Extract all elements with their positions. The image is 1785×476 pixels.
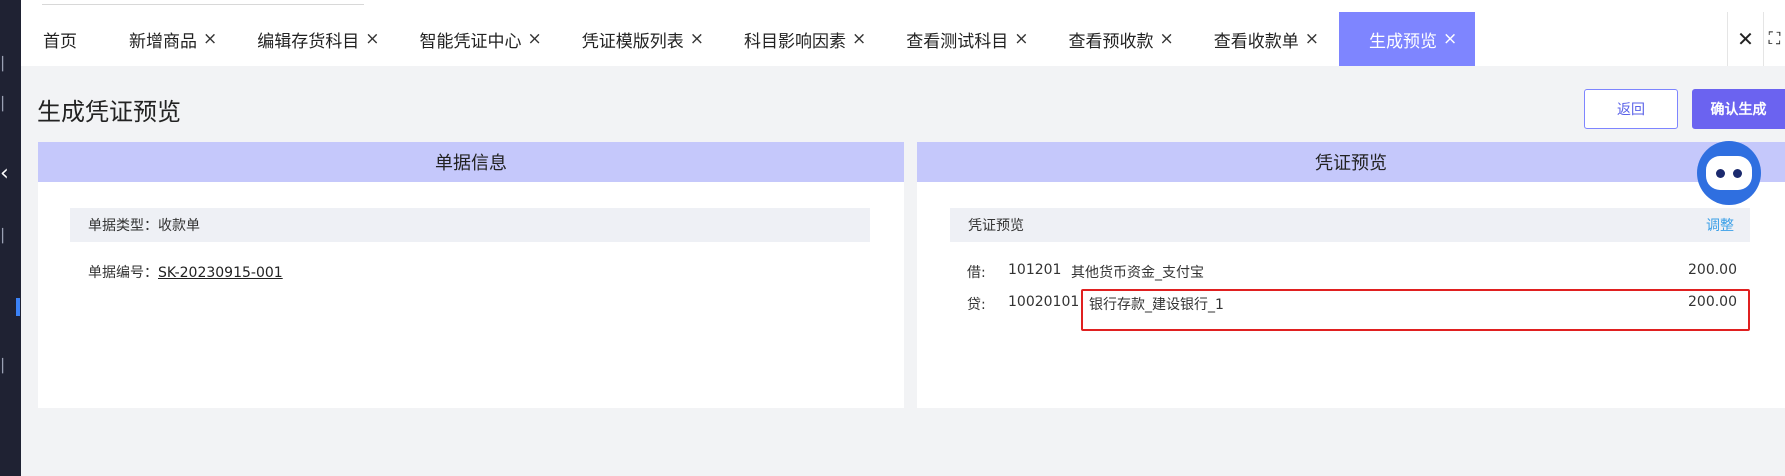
entry-account-name: 其他货币资金_支付宝: [1071, 265, 1204, 281]
tab-edit-inventory-account[interactable]: 编辑存货科目 ×: [237, 12, 399, 66]
voucher-entry-row: 借: 101201 其他货币资金_支付宝 200.00: [967, 262, 1737, 282]
entry-account-code: 101201: [1008, 262, 1062, 278]
robot-assistant-icon[interactable]: [1697, 141, 1761, 205]
tab-home[interactable]: 首页: [21, 12, 109, 66]
sidebar-glyph: ▏: [2, 229, 12, 244]
voucher-preview-panel: 凭证预览 凭证预览 调整 借: 101201 其他货币资金_支付宝 200.00…: [917, 142, 1785, 408]
document-info-panel: 单据信息 单据类型：收款单 单据编号：SK-20230915-001: [38, 142, 904, 408]
tab-bar-spacer: [1475, 12, 1727, 66]
voucher-bar-title: 凭证预览: [968, 218, 1024, 234]
sidebar-active-indicator: [16, 298, 20, 316]
tab-voucher-template-list[interactable]: 凭证模版列表 ×: [562, 12, 724, 66]
tab-generate-preview[interactable]: 生成预览 ×: [1339, 12, 1476, 66]
tab-label: 查看收款单: [1213, 31, 1299, 52]
close-all-tabs-icon[interactable]: ✕: [1727, 12, 1763, 66]
sidebar-glyph: ▏: [2, 97, 12, 112]
document-number-link[interactable]: SK-20230915-001: [158, 265, 283, 281]
back-button[interactable]: 返回: [1584, 89, 1678, 129]
tab-label: 科目影响因素: [744, 31, 846, 52]
tab-label: 查看预收款: [1068, 31, 1154, 52]
tab-label: 新增商品: [129, 31, 197, 52]
tab-close-icon[interactable]: ×: [852, 29, 866, 49]
tab-close-icon[interactable]: ×: [1014, 29, 1028, 49]
highlight-box: [1081, 289, 1750, 331]
adjust-link[interactable]: 调整: [1706, 215, 1734, 235]
tab-label: 查看测试科目: [906, 31, 1009, 52]
document-number-line: 单据编号：SK-20230915-001: [88, 262, 283, 282]
entry-amount: 200.00: [1688, 262, 1737, 278]
tab-view-test-account[interactable]: 查看测试科目 ×: [886, 12, 1048, 66]
entry-direction: 借:: [967, 265, 986, 281]
voucher-preview-header: 凭证预览: [917, 142, 1785, 182]
sidebar-collapse-icon[interactable]: ‹: [0, 163, 9, 185]
tab-close-icon[interactable]: ×: [528, 29, 542, 49]
tab-view-receipt[interactable]: 查看收款单 ×: [1194, 12, 1339, 66]
top-search-strip: [21, 0, 1785, 12]
page-title: 生成凭证预览: [37, 98, 181, 126]
tab-close-icon[interactable]: ×: [690, 29, 704, 49]
robot-face: [1706, 156, 1752, 190]
tab-close-icon[interactable]: ×: [365, 29, 379, 49]
tab-close-icon[interactable]: ×: [1160, 29, 1174, 49]
tab-label: 生成预览: [1369, 31, 1437, 52]
sidebar-glyph: ▏: [2, 359, 12, 374]
tab-label: 首页: [43, 31, 77, 52]
sidebar-glyph: ▏: [2, 57, 12, 72]
tab-label: 智能凭证中心: [419, 31, 522, 52]
left-sidebar: ▏ ▏ ‹ ▏ ▏: [0, 0, 21, 476]
entry-account-code: 10020101: [1008, 294, 1080, 310]
document-info-header: 单据信息: [38, 142, 904, 182]
search-field-underline: [42, 4, 364, 5]
tab-close-icon[interactable]: ×: [1443, 29, 1457, 49]
voucher-preview-bar: 凭证预览 调整: [950, 208, 1750, 242]
document-number-label: 单据编号：: [88, 265, 158, 281]
tab-close-icon[interactable]: ×: [1305, 29, 1319, 49]
document-type-bar: 单据类型：收款单: [70, 208, 870, 242]
entry-direction: 贷:: [967, 297, 986, 313]
tab-label: 凭证模版列表: [581, 31, 684, 52]
robot-eye: [1733, 168, 1742, 178]
robot-eye: [1716, 168, 1725, 178]
tab-label: 编辑存货科目: [257, 31, 360, 52]
tab-bar: 首页 新增商品 × 编辑存货科目 × 智能凭证中心 × 凭证模版列表 × 科目影…: [21, 12, 1785, 66]
tab-add-product[interactable]: 新增商品 ×: [109, 12, 237, 66]
tab-view-advance-receipt[interactable]: 查看预收款 ×: [1049, 12, 1194, 66]
tab-account-factors[interactable]: 科目影响因素 ×: [724, 12, 886, 66]
fullscreen-icon[interactable]: ⛶: [1763, 12, 1785, 66]
tab-close-icon[interactable]: ×: [203, 29, 217, 49]
confirm-generate-button[interactable]: 确认生成: [1692, 89, 1785, 129]
tab-smart-voucher-center[interactable]: 智能凭证中心 ×: [400, 12, 562, 66]
